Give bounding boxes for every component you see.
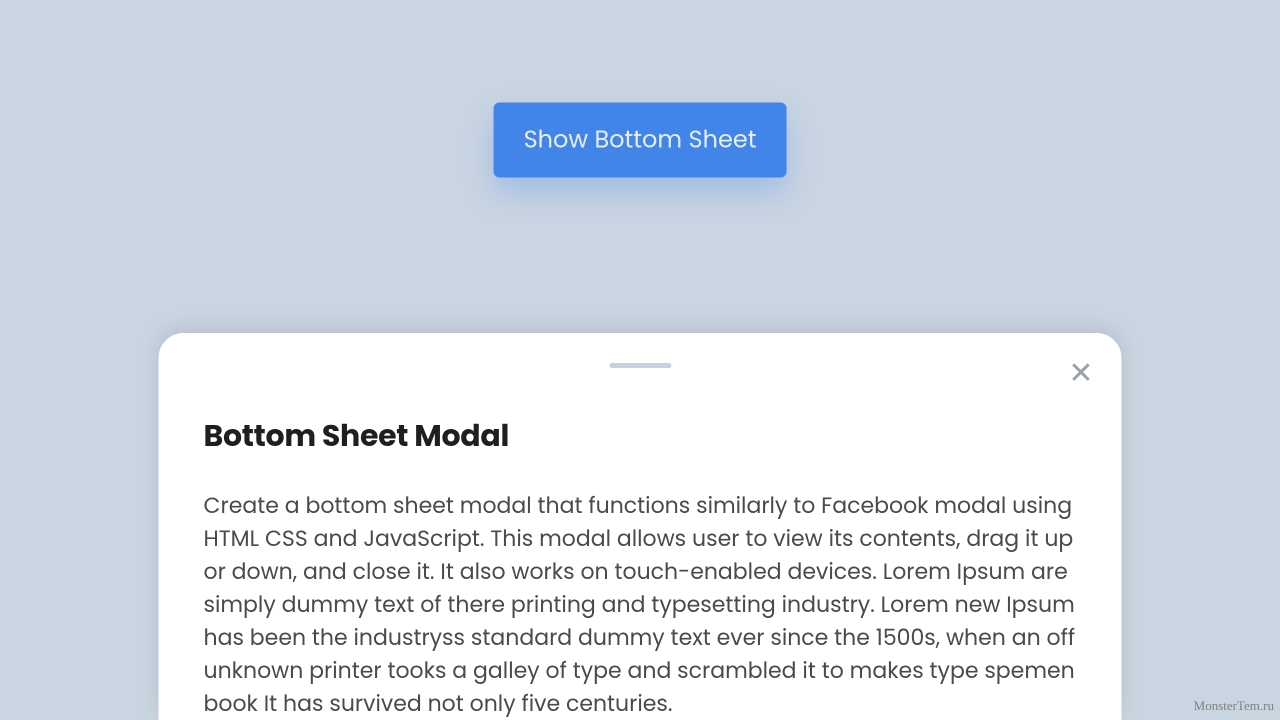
- bottom-sheet-modal: ✕ Bottom Sheet Modal Create a bottom she…: [159, 333, 1122, 720]
- sheet-body-text: Create a bottom sheet modal that functio…: [204, 489, 1077, 720]
- drag-handle[interactable]: [609, 363, 671, 368]
- show-bottom-sheet-button[interactable]: Show Bottom Sheet: [494, 103, 787, 178]
- watermark-text: MonsterTem.ru: [1194, 698, 1274, 714]
- close-icon[interactable]: ✕: [1068, 358, 1093, 388]
- sheet-title: Bottom Sheet Modal: [204, 413, 1077, 459]
